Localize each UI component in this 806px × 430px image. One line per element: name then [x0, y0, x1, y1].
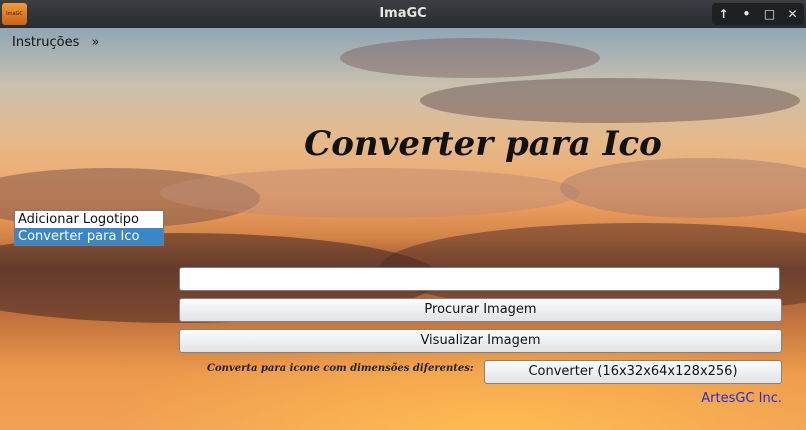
background-cloud	[160, 168, 580, 218]
minimize-icon[interactable]: •	[737, 4, 757, 24]
visualizar-imagem-button[interactable]: Visualizar Imagem	[179, 329, 782, 353]
menu-bar: Instruções »	[12, 35, 108, 50]
app-window: ImaGC ImaGC ↑ • □ ✕ Instruções » Convert…	[0, 0, 806, 430]
close-icon[interactable]: ✕	[783, 4, 803, 24]
title-bar[interactable]: ImaGC ImaGC ↑ • □ ✕	[0, 0, 806, 28]
image-path-input[interactable]	[179, 267, 780, 291]
list-item-converter-para-ico[interactable]: Converter para Ico	[15, 228, 163, 245]
converter-button[interactable]: Converter (16x32x64x128x256)	[484, 360, 782, 384]
menu-instrucoes[interactable]: Instruções	[12, 35, 79, 50]
conversion-note: Converta para icone com dimensões difere…	[207, 363, 474, 374]
company-label: ArtesGC Inc.	[701, 391, 782, 406]
window-title: ImaGC	[379, 6, 427, 21]
window-controls: ↑ • □ ✕	[712, 3, 804, 25]
background-cloud	[420, 78, 800, 123]
background-cloud	[560, 158, 806, 218]
maximize-icon[interactable]: □	[760, 4, 780, 24]
list-item-adicionar-logotipo[interactable]: Adicionar Logotipo	[15, 211, 163, 228]
main-content: Instruções » Converter para Ico Adiciona…	[0, 28, 806, 430]
background-cloud	[340, 38, 600, 78]
page-title: Converter para Ico	[304, 124, 662, 164]
mode-list[interactable]: Adicionar Logotipo Converter para Ico	[14, 210, 164, 246]
menu-overflow-icon[interactable]: »	[92, 35, 100, 50]
procurar-imagem-button[interactable]: Procurar Imagem	[179, 298, 782, 322]
keep-above-icon[interactable]: ↑	[714, 4, 734, 24]
